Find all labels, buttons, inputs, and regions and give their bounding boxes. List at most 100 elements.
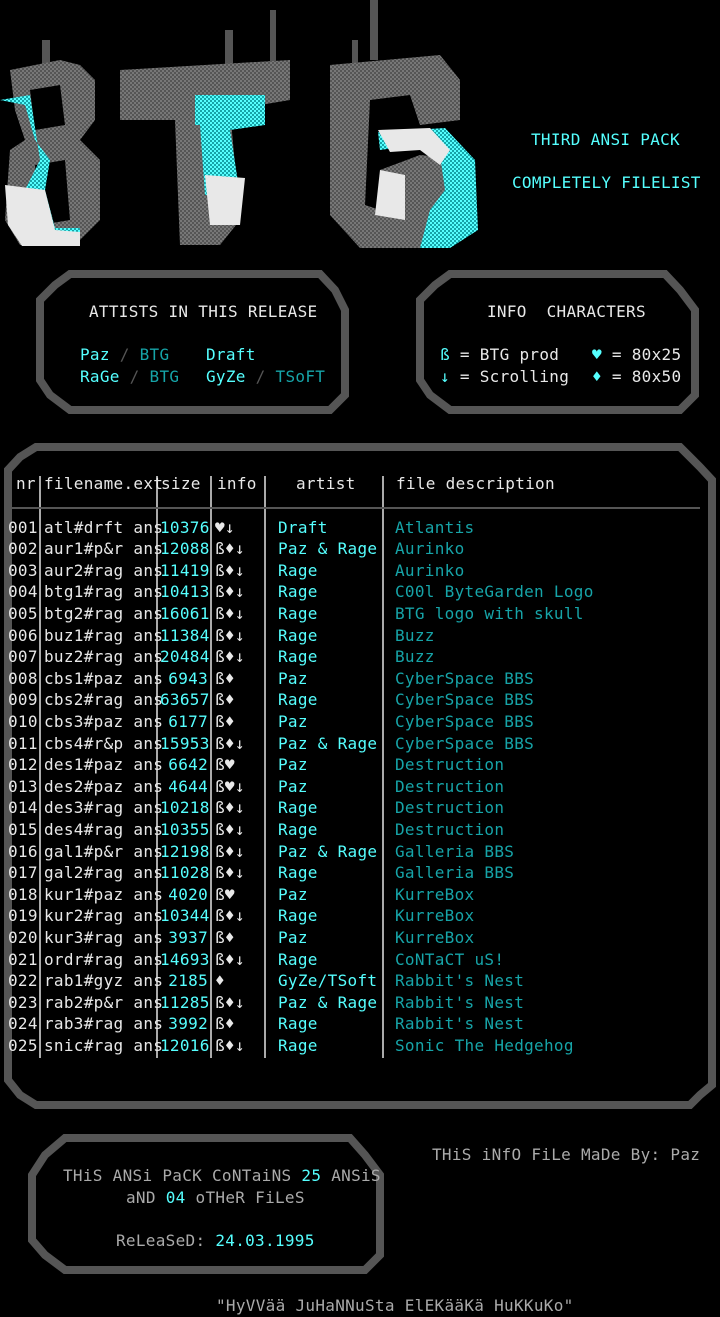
table-row: 010 cbs3#paz ans 6177 ß♦ Paz CyberSpace BBS <box>8 712 712 734</box>
row-size: 20484 <box>160 647 210 667</box>
row-info: ß♦↓ <box>215 798 245 818</box>
row-number: 002 <box>8 539 38 559</box>
summary-line-1: THiS ANSi PaCK CoNTaiNS 25 ANSiS <box>63 1166 381 1185</box>
row-size: 10218 <box>160 798 210 818</box>
row-description: CyberSpace BBS <box>395 733 535 753</box>
info-box-title: INFO CHARACTERS <box>487 302 646 321</box>
row-size: 6177 <box>168 711 208 731</box>
row-filename: rab1#gyz ans <box>44 971 164 991</box>
table-row: 002 aur1#p&r ans 12088 ß♦↓ Paz & Rage Aurinko <box>8 539 712 561</box>
row-number: 017 <box>8 863 38 883</box>
row-artist: Rage <box>278 625 318 645</box>
row-description: BTG logo with skull <box>395 603 584 623</box>
table-row: 004 btg1#rag ans 10413 ß♦↓ Rage C00l ByteGard… <box>8 582 712 604</box>
row-description: Atlantis <box>395 517 475 537</box>
row-number: 004 <box>8 582 38 602</box>
row-number: 008 <box>8 668 38 688</box>
row-number: 005 <box>8 603 38 623</box>
legend-item: ß = BTG prod <box>440 345 560 364</box>
table-row: 017 gal2#rag ans 11028 ß♦↓ Rage Galleria BBS <box>8 863 712 885</box>
table-row: 022 rab1#gyz ans 2185 ♦ GyZe/TSoft Rabbit's N… <box>8 971 712 993</box>
row-size: 11028 <box>160 863 210 883</box>
row-description: CyberSpace BBS <box>395 668 535 688</box>
row-info: ♦ <box>215 971 225 991</box>
row-size: 10355 <box>160 819 210 839</box>
row-size: 3992 <box>168 1014 208 1034</box>
row-artist: Rage <box>278 906 318 926</box>
row-description: CoNTaCT uS! <box>395 949 505 969</box>
row-artist: Rage <box>278 949 318 969</box>
row-number: 021 <box>8 949 38 969</box>
row-size: 2185 <box>168 971 208 991</box>
row-artist: Rage <box>278 819 318 839</box>
row-number: 020 <box>8 927 38 947</box>
row-number: 022 <box>8 971 38 991</box>
row-size: 10376 <box>160 517 210 537</box>
row-description: Buzz <box>395 625 435 645</box>
row-artist: Paz & Rage <box>278 733 378 753</box>
row-info: ß♦ <box>215 668 235 688</box>
row-filename: cbs4#r&p ans <box>44 733 164 753</box>
row-filename: rab3#rag ans <box>44 1014 164 1034</box>
row-filename: btg1#rag ans <box>44 582 164 602</box>
row-info: ß♦↓ <box>215 863 245 883</box>
row-description: Aurinko <box>395 539 465 559</box>
column-header-filename: filename.ext <box>44 474 164 493</box>
table-row: 020 kur3#rag ans 3937 ß♦ Paz KurreBox <box>8 928 712 950</box>
row-artist: Rage <box>278 560 318 580</box>
row-number: 018 <box>8 884 38 904</box>
table-row: 006 buz1#rag ans 11384 ß♦↓ Rage Buzz <box>8 626 712 648</box>
row-info: ß♦ <box>215 711 235 731</box>
row-info: ß♦↓ <box>215 992 245 1012</box>
row-description: Sonic The Hedgehog <box>395 1035 574 1055</box>
row-artist: Paz <box>278 755 308 775</box>
table-row: 023 rab2#p&r ans 11285 ß♦↓ Paz & Rage Rabbit'… <box>8 993 712 1015</box>
row-artist: Paz <box>278 668 308 688</box>
row-filename: aur1#p&r ans <box>44 539 164 559</box>
release-date: ReLeaSeD: 24.03.1995 <box>116 1231 315 1250</box>
row-description: Buzz <box>395 647 435 667</box>
summary-line-2: aND 04 oTHeR FiLeS <box>126 1188 305 1207</box>
credit-line: THiS iNfO FiLe MaDe By: Paz <box>432 1145 701 1164</box>
table-row: 016 gal1#p&r ans 12198 ß♦↓ Paz & Rage Galleri… <box>8 842 712 864</box>
table-row: 014 des3#rag ans 10218 ß♦↓ Rage Destruction <box>8 798 712 820</box>
row-filename: atl#drft ans <box>44 517 164 537</box>
column-header-artist: artist <box>296 474 356 493</box>
ansi-count: 25 <box>301 1166 322 1185</box>
table-row: 001 atl#drft ans 10376 ♥↓ Draft Atlantis <box>8 518 712 540</box>
table-row: 003 aur2#rag ans 11419 ß♦↓ Rage Aurinko <box>8 561 712 583</box>
row-size: 12088 <box>160 539 210 559</box>
row-number: 015 <box>8 819 38 839</box>
row-artist: Rage <box>278 1014 318 1034</box>
row-size: 10344 <box>160 906 210 926</box>
row-info: ß♥↓ <box>215 776 245 796</box>
row-artist: Paz <box>278 884 308 904</box>
row-number: 010 <box>8 711 38 731</box>
row-filename: gal1#p&r ans <box>44 841 164 861</box>
row-description: Aurinko <box>395 560 465 580</box>
table-row: 013 des2#paz ans 4644 ß♥↓ Paz Destruction <box>8 777 712 799</box>
row-artist: Rage <box>278 690 318 710</box>
row-artist: Rage <box>278 863 318 883</box>
row-size: 11384 <box>160 625 210 645</box>
row-description: Galleria BBS <box>395 863 515 883</box>
row-description: CyberSpace BBS <box>395 690 535 710</box>
row-info: ß♦↓ <box>215 539 245 559</box>
row-size: 10413 <box>160 582 210 602</box>
row-info: ß♦↓ <box>215 733 245 753</box>
row-number: 023 <box>8 992 38 1012</box>
row-artist: Rage <box>278 1035 318 1055</box>
row-info: ß♦↓ <box>215 560 245 580</box>
footer-quote: "HyVVää JuHaNNuSta ElEKääKä HuKKuKo" <box>216 1296 574 1315</box>
table-row: 015 des4#rag ans 10355 ß♦↓ Rage Destruction <box>8 820 712 842</box>
row-number: 012 <box>8 755 38 775</box>
table-row: 009 cbs2#rag ans 63657 ß♦ Rage CyberSpace BBS <box>8 690 712 712</box>
row-description: Galleria BBS <box>395 841 515 861</box>
table-row: 018 kur1#paz ans 4020 ß♥ Paz KurreBox <box>8 885 712 907</box>
row-description: Destruction <box>395 798 505 818</box>
row-artist: Rage <box>278 603 318 623</box>
row-number: 013 <box>8 776 38 796</box>
row-filename: des4#rag ans <box>44 819 164 839</box>
table-row: 007 buz2#rag ans 20484 ß♦↓ Rage Buzz <box>8 647 712 669</box>
table-row: 021 ordr#rag ans 14693 ß♦↓ Rage CoNTaCT uS! <box>8 950 712 972</box>
